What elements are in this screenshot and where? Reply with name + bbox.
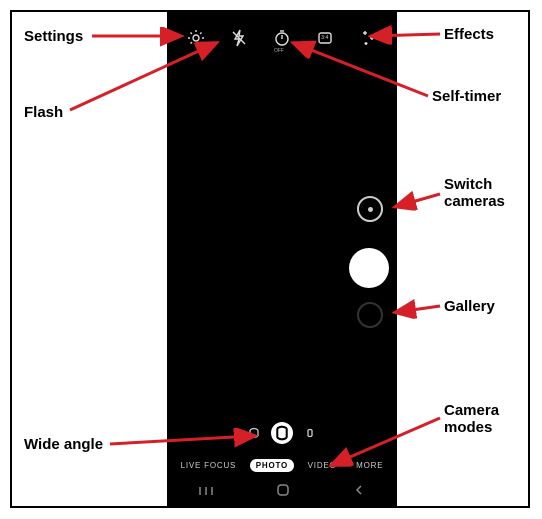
ratio-icon[interactable]: 3:4 <box>315 28 335 48</box>
top-toolbar: OFF 3:4 <box>167 28 397 48</box>
gallery-button[interactable] <box>357 302 383 328</box>
label-gallery: Gallery <box>444 298 495 315</box>
mode-video[interactable]: VIDEO <box>302 459 343 472</box>
mode-live-focus[interactable]: LIVE FOCUS <box>175 459 243 472</box>
mode-photo[interactable]: PHOTO <box>250 459 294 472</box>
label-flash: Flash <box>24 104 63 121</box>
label-wide: Wide angle <box>24 436 103 453</box>
timer-icon[interactable]: OFF <box>272 28 292 48</box>
settings-icon[interactable] <box>186 28 206 48</box>
flash-icon[interactable] <box>229 28 249 48</box>
tele-lens[interactable] <box>303 426 317 440</box>
nav-recents-icon[interactable] <box>198 484 214 500</box>
label-modes: Camera modes <box>444 402 499 437</box>
nav-home-icon[interactable] <box>276 483 290 500</box>
ultrawide-lens[interactable] <box>247 426 261 440</box>
switch-camera-dot <box>368 207 373 212</box>
switch-camera-button[interactable] <box>357 196 383 222</box>
lens-selector <box>167 422 397 444</box>
nav-back-icon[interactable] <box>352 483 366 500</box>
effects-icon[interactable] <box>358 28 378 48</box>
label-switch: Switch cameras <box>444 176 505 211</box>
phone-screen: OFF 3:4 LIVE F <box>167 12 397 506</box>
diagram-frame: OFF 3:4 LIVE F <box>10 10 530 508</box>
label-settings: Settings <box>24 28 83 45</box>
label-effects: Effects <box>444 26 494 43</box>
shutter-button[interactable] <box>349 248 389 288</box>
system-navbar <box>167 483 397 500</box>
ratio-label: 3:4 <box>321 35 328 41</box>
mode-strip: LIVE FOCUS PHOTO VIDEO MORE <box>167 459 397 472</box>
label-selftimer: Self-timer <box>432 88 501 105</box>
wide-lens-selected[interactable] <box>271 422 293 444</box>
mode-more[interactable]: MORE <box>350 459 389 472</box>
timer-sub-label: OFF <box>274 48 284 54</box>
